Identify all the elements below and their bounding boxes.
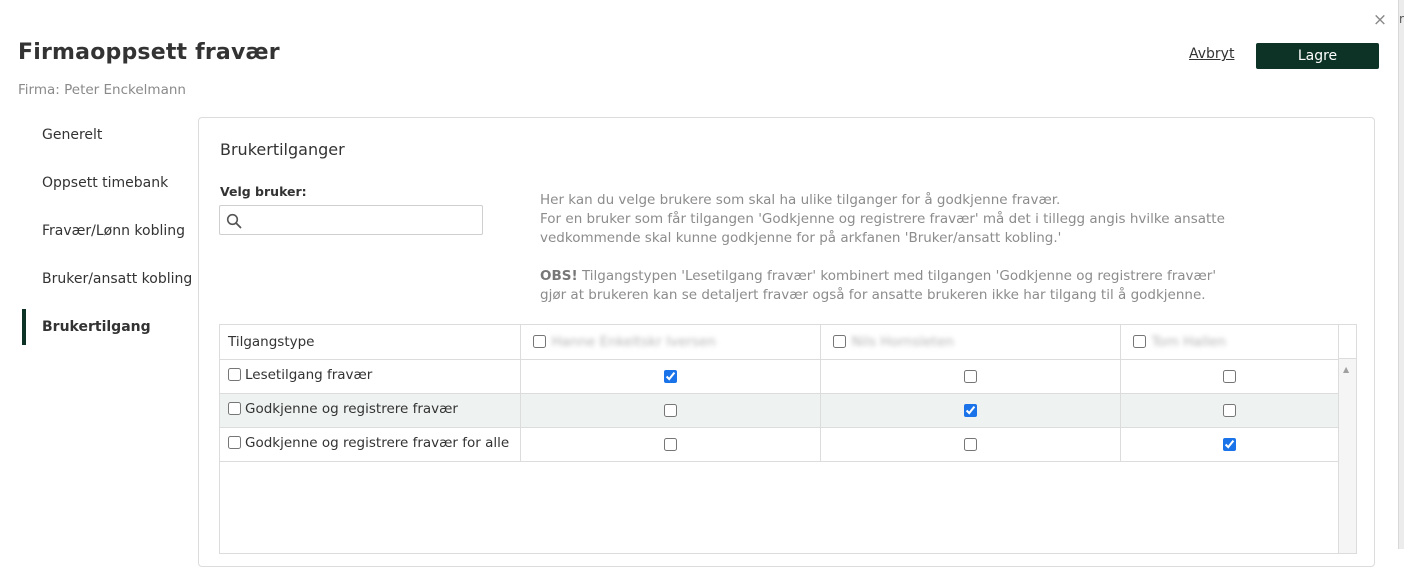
table-header-row: Tilgangstype Hanne Enkeltskr Iversen Nil…: [220, 325, 1339, 360]
help-line-2: For en bruker som får tilgangen 'Godkjen…: [540, 211, 1225, 246]
access-cell: [520, 359, 821, 394]
nav-item-bruker-ansatt-kobling[interactable]: Bruker/ansatt kobling: [22, 259, 197, 307]
user-name-blurred: Tom Hallen: [1151, 333, 1226, 350]
access-type-label: Godkjenne og registrere fravær: [245, 400, 458, 417]
close-icon[interactable]: ×: [1372, 10, 1388, 30]
scrollbar-header: [1339, 325, 1356, 359]
help-obs-text: Tilgangstypen 'Lesetilgang fravær' kombi…: [540, 268, 1217, 303]
grid-scrollbar[interactable]: ▲: [1338, 325, 1356, 553]
row-select-checkbox[interactable]: [228, 368, 241, 382]
user-column-header: Tom Hallen: [1120, 325, 1339, 360]
access-checkbox[interactable]: [1222, 403, 1236, 417]
access-type-cell: Godkjenne og registrere fravær for alle: [220, 427, 521, 462]
row-select-checkbox[interactable]: [228, 436, 241, 450]
background-window-edge: [1398, 0, 1404, 549]
access-cell: [1120, 393, 1339, 428]
user-name-blurred: Nils Hornsleten: [851, 333, 954, 350]
user-search-input[interactable]: [246, 209, 476, 231]
access-checkbox[interactable]: [963, 403, 977, 417]
panel-title: Brukertilganger: [220, 140, 345, 159]
access-checkbox[interactable]: [663, 403, 677, 417]
access-checkbox[interactable]: [963, 437, 977, 451]
user-column-checkbox[interactable]: [832, 335, 846, 349]
nav-item-brukertilgang[interactable]: Brukertilgang: [22, 307, 197, 355]
user-column-checkbox[interactable]: [532, 335, 546, 349]
access-cell: [520, 393, 821, 428]
help-text: Her kan du velge brukere som skal ha uli…: [540, 191, 1240, 305]
nav-item-fravaer-lonn-kobling[interactable]: Fravær/Lønn kobling: [22, 211, 197, 259]
chevron-up-icon[interactable]: ▲: [1343, 365, 1349, 374]
access-checkbox[interactable]: [963, 369, 977, 383]
user-access-panel: Brukertilganger Velg bruker: Her kan du …: [198, 117, 1375, 567]
access-cell: [820, 393, 1121, 428]
nav-item-oppsett-timebank[interactable]: Oppsett timebank: [22, 163, 197, 211]
company-subtitle: Firma: Peter Enckelmann: [18, 82, 186, 98]
access-checkbox[interactable]: [663, 369, 677, 383]
table-row: Godkjenne og registrere fravær for alle: [220, 427, 1339, 462]
access-cell: [1120, 427, 1339, 462]
user-column-checkbox[interactable]: [1132, 335, 1146, 349]
row-select-checkbox[interactable]: [228, 402, 241, 416]
user-column-header: Hanne Enkeltskr Iversen: [520, 325, 821, 360]
access-grid: Tilgangstype Hanne Enkeltskr Iversen Nil…: [219, 324, 1357, 554]
user-name-blurred: Hanne Enkeltskr Iversen: [551, 333, 716, 350]
access-table: Tilgangstype Hanne Enkeltskr Iversen Nil…: [220, 325, 1339, 462]
table-row: Godkjenne og registrere fravær: [220, 393, 1339, 428]
access-cell: [1120, 359, 1339, 394]
save-button[interactable]: Lagre: [1256, 43, 1379, 69]
help-obs-label: OBS!: [540, 268, 578, 284]
access-checkbox[interactable]: [1222, 437, 1236, 451]
access-checkbox[interactable]: [1222, 369, 1236, 383]
search-icon: [226, 213, 242, 229]
access-cell: [820, 359, 1121, 394]
access-type-label: Godkjenne og registrere fravær for alle: [245, 434, 510, 451]
access-cell: [820, 427, 1121, 462]
access-type-cell: Lesetilgang fravær: [220, 359, 521, 394]
nav-item-generelt[interactable]: Generelt: [22, 115, 197, 163]
access-type-cell: Godkjenne og registrere fravær: [220, 393, 521, 428]
access-checkbox[interactable]: [663, 437, 677, 451]
help-line-1: Her kan du velge brukere som skal ha uli…: [540, 192, 1061, 208]
table-row: Lesetilgang fravær: [220, 359, 1339, 394]
access-cell: [520, 427, 821, 462]
background-window-text: re: [1399, 12, 1404, 26]
user-column-header: Nils Hornsleten: [820, 325, 1121, 360]
help-obs: OBS! Tilgangstypen 'Lesetilgang fravær' …: [540, 267, 1240, 305]
settings-nav: Generelt Oppsett timebank Fravær/Lønn ko…: [22, 115, 197, 355]
user-search-box[interactable]: [219, 205, 483, 235]
page-title: Firmaoppsett fravær: [18, 40, 280, 65]
access-type-header: Tilgangstype: [220, 325, 521, 360]
cancel-link[interactable]: Avbryt: [1189, 46, 1234, 62]
access-type-label: Lesetilgang fravær: [245, 366, 373, 383]
select-user-label: Velg bruker:: [220, 184, 307, 199]
